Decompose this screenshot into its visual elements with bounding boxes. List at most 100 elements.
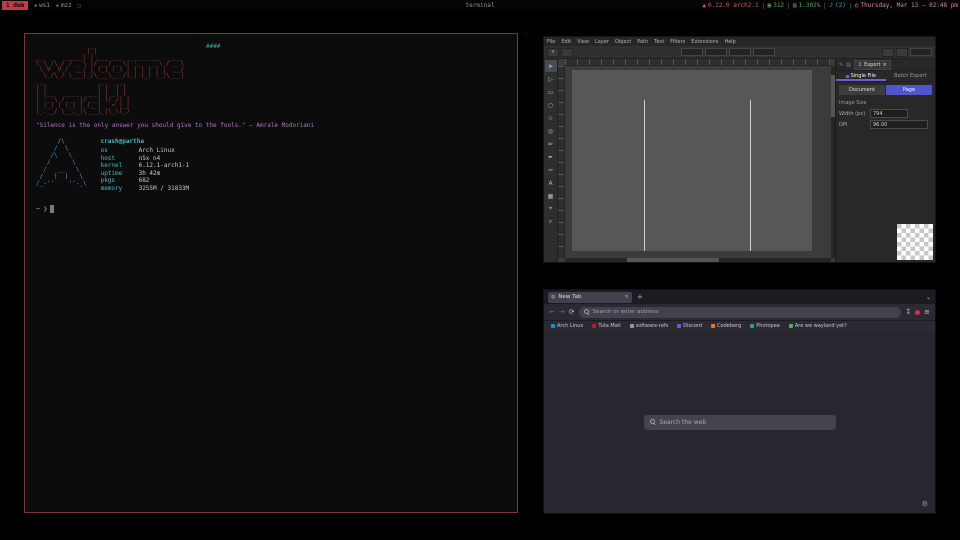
favicon (750, 324, 754, 328)
terminal-window[interactable]: _ | | __ _____| | ___ ___ _ __ ___ ___ \… (24, 33, 518, 513)
favicon (789, 324, 793, 328)
layout-icon[interactable]: □ (78, 3, 81, 9)
export-area-document-button[interactable]: Document (839, 85, 885, 95)
workspace-icon: ▪ (56, 3, 59, 9)
document-page[interactable] (572, 70, 812, 251)
canvas-horizontal-scrollbar[interactable] (565, 258, 831, 262)
spiral-tool-icon[interactable]: ◎ (545, 125, 557, 137)
text-tool-icon[interactable]: A (545, 177, 557, 189)
arch-icon: ▲ (702, 2, 706, 9)
dock-tab-strip: ✎ ▤ ⇩ Export × (836, 59, 935, 71)
menu-text[interactable]: Text (651, 39, 667, 45)
list-tabs-chevron-icon[interactable]: ⌄ (926, 294, 931, 301)
browser-nav-bar: ← → ⟳ Search or enter address ↧ ≡ (544, 304, 935, 320)
toolbar-field-x[interactable] (681, 48, 703, 56)
toolbar-field-h[interactable] (753, 48, 775, 56)
menu-filters[interactable]: Filters (667, 39, 688, 45)
new-tab-button[interactable]: + (637, 293, 643, 301)
calligraphy-tool-icon[interactable]: ✑ (545, 164, 557, 176)
tab-single-file[interactable]: Single File (836, 71, 886, 81)
bookmark-codeberg[interactable]: Codeberg (711, 323, 741, 329)
pen-tool-icon[interactable]: ✒ (545, 151, 557, 163)
toolbar-zoom-field[interactable] (910, 48, 932, 56)
swatches-dialog-icon[interactable]: ▤ (846, 62, 851, 68)
terminal-quote: "Silence is the only answer you should g… (36, 122, 506, 129)
globe-icon: ◍ (551, 294, 555, 300)
star-tool-icon[interactable]: ☆ (545, 112, 557, 124)
export-dialog-tab[interactable]: ⇩ Export × (854, 60, 891, 70)
pencil-dialog-icon[interactable]: ✎ (839, 62, 843, 68)
toolbar-field-w[interactable] (729, 48, 751, 56)
workspace-tag[interactable]: 1 dwm (2, 1, 28, 10)
workspace-ws1[interactable]: ▪ ws1 (34, 2, 50, 9)
forward-icon[interactable]: → (559, 308, 565, 316)
page-guide (750, 100, 751, 251)
bookmark-are-we-wayland-yet[interactable]: Are we wayland yet? (789, 323, 847, 329)
toolbar-button[interactable] (882, 48, 894, 57)
arch-logo-ascii: /\ / \ /\ \ / \ / __ \ / | | \ /_-'' ''-… (36, 138, 87, 192)
separator (824, 3, 825, 9)
node-tool-icon[interactable]: ▷ (545, 73, 557, 85)
shell-prompt[interactable]: ~ ❯ (36, 205, 506, 213)
bar-cpu: ▥ 1.302% (793, 2, 820, 9)
workspace-mzz[interactable]: ▪ mzz (56, 2, 72, 9)
menu-view[interactable]: View (574, 39, 592, 45)
terminal-banner: _ | | __ _____| | ___ ___ _ __ ___ ___ \… (36, 43, 506, 115)
menu-icon[interactable]: ≡ (924, 308, 930, 316)
close-icon[interactable]: × (883, 62, 887, 68)
download-icon[interactable]: ↧ (905, 308, 911, 316)
dropper-tool-icon[interactable]: ⌖ (545, 203, 557, 215)
bookmark-arch-linux[interactable]: Arch Linux (551, 323, 583, 329)
bookmark-photopea[interactable]: Photopea (750, 323, 780, 329)
bookmark-discord[interactable]: Discord (677, 323, 702, 329)
toolbar-field-y[interactable] (705, 48, 727, 56)
inkscape-menubar: File Edit View Layer Object Path Text Fi… (544, 37, 935, 46)
terminal-cursor (50, 205, 54, 213)
zoom-tool-icon[interactable]: ⌕ (545, 216, 557, 228)
bookmark-folder-software-refs[interactable]: software-refs (630, 323, 669, 329)
gradient-tool-icon[interactable]: ▦ (545, 190, 557, 202)
menu-help[interactable]: Help (721, 39, 738, 45)
rect-tool-icon[interactable]: ▭ (545, 86, 557, 98)
favicon (711, 324, 715, 328)
menu-layer[interactable]: Layer (592, 39, 612, 45)
single-file-icon (846, 75, 849, 78)
separator (763, 3, 764, 9)
workspace-label: ws1 (39, 2, 50, 9)
pencil-tool-icon[interactable]: ✏ (545, 138, 557, 150)
bookmark-tuta-mail[interactable]: Tuta Mail (592, 323, 620, 329)
page-settings-gear-icon[interactable]: ⚙ (922, 500, 928, 508)
recording-indicator[interactable] (915, 310, 920, 315)
system-fetch: /\ / \ /\ \ / \ / __ \ / | | \ /_-'' ''-… (36, 138, 506, 192)
browser-tab-new-tab[interactable]: ◍ New Tab × (548, 292, 632, 303)
menu-object[interactable]: Object (612, 39, 634, 45)
menu-path[interactable]: Path (634, 39, 651, 45)
tab-title: New Tab (558, 294, 581, 300)
ellipse-tool-icon[interactable]: ○ (545, 99, 557, 111)
fetch-row: osArch Linux (101, 147, 190, 155)
tab-batch-export[interactable]: Batch Export (886, 71, 936, 81)
toolbar-button[interactable] (561, 48, 573, 57)
reload-icon[interactable]: ⟳ (569, 308, 575, 316)
cpu-icon: ▥ (793, 2, 797, 9)
close-tab-icon[interactable]: × (624, 294, 629, 300)
select-tool-icon[interactable]: ➤ (545, 60, 557, 72)
inkscape-canvas[interactable] (558, 59, 835, 262)
fetch-row: hostn5x n4 (101, 155, 190, 163)
browser-content: Search the web ⚙ (544, 331, 935, 513)
width-input[interactable]: 794 (870, 109, 908, 118)
bar-version: ▲ 0.22.0 arch2.1 (702, 2, 758, 9)
separator (850, 3, 851, 9)
back-icon[interactable]: ← (549, 308, 555, 316)
menu-edit[interactable]: Edit (558, 39, 574, 45)
web-search-input[interactable]: Search the web (644, 415, 836, 430)
url-input[interactable]: Search or enter address (579, 307, 902, 318)
menu-file[interactable]: File (544, 39, 558, 45)
dpi-label: DPI (839, 122, 867, 128)
toolbar-button[interactable] (896, 48, 908, 57)
dpi-input[interactable]: 96.00 (870, 120, 928, 129)
export-area-page-button[interactable]: Page (886, 85, 932, 95)
workspace-label: mzz (61, 2, 72, 9)
tool-options-dropdown[interactable]: ▾ (547, 48, 559, 57)
menu-extensions[interactable]: Extensions (688, 39, 721, 45)
